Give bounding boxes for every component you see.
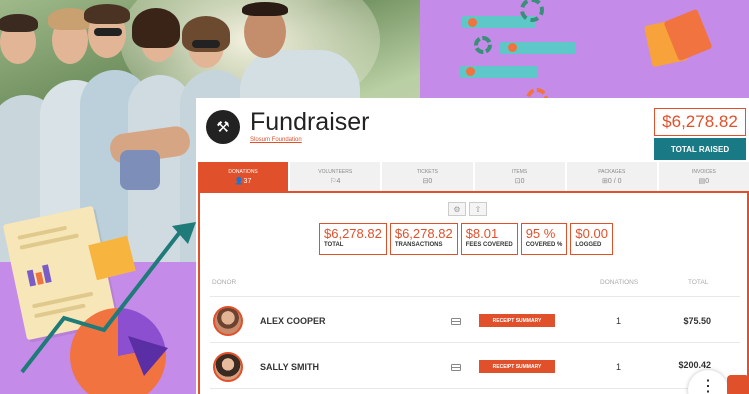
stat-total: $6,278.82 TOTAL [319,223,387,255]
donor-icon: 👤37 [234,178,252,185]
stat-transactions: $6,278.82 TRANSACTIONS [389,223,458,255]
settings-icon[interactable]: ⚙ [448,202,466,216]
stat-label: COVERED % [525,242,563,248]
tab-badge: 37 [243,178,252,185]
row-divider [210,388,740,389]
tab-packages[interactable]: PACKAGES ⊞0 / 0 [566,162,657,191]
donation-count: 1 [616,362,622,372]
tab-bar: DONATIONS 👤37 VOLUNTEERS ⚐4 TICKETS ⊟0 I… [198,162,749,191]
tab-label: DONATIONS [228,169,258,175]
donor-name[interactable]: ALEX COOPER [260,316,326,326]
tab-badge: 0 [705,178,710,185]
tab-tickets[interactable]: TICKETS ⊟0 [382,162,473,191]
donation-total: $75.50 [683,316,711,326]
donor-name[interactable]: SALLY SMITH [260,362,319,372]
credit-card-icon [451,318,461,325]
receipt-summary-button[interactable]: RECEIPT SUMMARY [479,360,555,373]
stat-value: $6,278.82 [394,226,453,241]
credit-card-icon [451,364,461,371]
column-header-donations: DONATIONS [600,279,639,286]
avatar [213,306,243,336]
tab-label: VOLUNTEERS [318,169,353,175]
receipt-summary-button[interactable]: RECEIPT SUMMARY [479,314,555,327]
row-divider [210,342,740,343]
column-header-total: TOTAL [688,279,709,286]
toolbar: ⚙ ⇧ [448,202,487,216]
donation-total: $200.42 [678,360,711,370]
stats-summary: $6,278.82 TOTAL $6,278.82 TRANSACTIONS $… [319,223,613,255]
tab-badge: 0 / 0 [607,178,622,185]
chat-launcher-icon[interactable] [727,375,749,394]
donation-count: 1 [616,316,622,326]
export-icon[interactable]: ⇧ [469,202,487,216]
total-raised-amount: $6,278.82 [654,108,746,136]
stat-label: TRANSACTIONS [394,242,443,248]
page-title: Fundraiser [250,108,370,136]
tab-donations[interactable]: DONATIONS 👤37 [198,162,289,191]
organization-link[interactable]: Slosum Foundation [250,137,302,143]
stat-value: $6,278.82 [324,226,382,241]
fundraiser-logo-icon: ⚒ [206,110,240,144]
tab-label: INVOICES [691,169,716,175]
stat-covered-percent: 95 % COVERED % [520,223,568,255]
tab-label: PACKAGES [598,169,626,175]
column-header-donor: DONOR [212,279,237,286]
tab-badge: 4 [336,178,341,185]
stat-value: $8.01 [465,226,499,241]
items-icon: ⊡0 [514,178,525,185]
packages-icon: ⊞0 / 0 [602,178,622,185]
tab-label: ITEMS [511,169,528,175]
tab-invoices[interactable]: INVOICES ▤0 [658,162,749,191]
tab-badge: 0 [428,178,433,185]
tab-badge: 0 [520,178,525,185]
volunteers-icon: ⚐4 [330,178,341,185]
stat-label: LOGGED [575,242,602,248]
invoices-icon: ▤0 [698,178,710,185]
fundraiser-panel: ⚒ Fundraiser Slosum Foundation $6,278.82… [196,98,749,394]
stat-value: 95 % [525,226,556,241]
row-divider [210,296,740,297]
avatar [213,352,243,382]
tab-label: TICKETS [416,169,438,175]
stat-fees-covered: $8.01 FEES COVERED [460,223,518,255]
total-raised-button[interactable]: TOTAL RAISED [654,138,746,160]
stat-label: FEES COVERED [465,242,513,248]
stat-label: TOTAL [324,242,344,248]
tab-volunteers[interactable]: VOLUNTEERS ⚐4 [290,162,381,191]
stat-value: $0.00 [575,226,608,241]
tab-items[interactable]: ITEMS ⊡0 [474,162,565,191]
tickets-icon: ⊟0 [422,178,433,185]
stat-logged: $0.00 LOGGED [570,223,613,255]
